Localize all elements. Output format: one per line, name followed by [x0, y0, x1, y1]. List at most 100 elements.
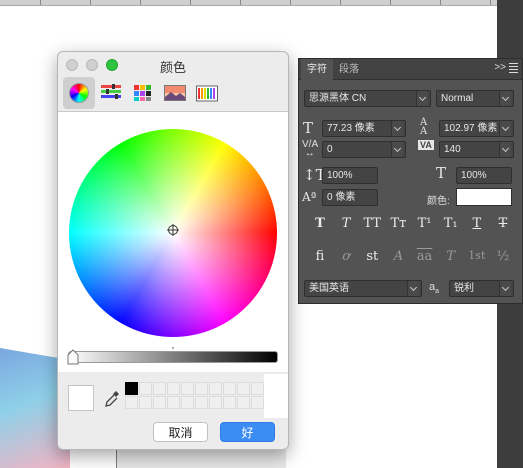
swatch-empty[interactable]	[153, 396, 166, 409]
color-picker-footer: 取消 好	[58, 374, 288, 449]
color-wheel-area	[58, 112, 288, 372]
swatch-scroll-area[interactable]	[264, 374, 288, 418]
font-size-value: 77.23 像素	[327, 123, 375, 134]
swatch-empty[interactable]	[167, 396, 180, 409]
strikethrough-button[interactable]: T	[492, 216, 514, 236]
tab-image-palettes[interactable]	[159, 77, 191, 109]
swash-button[interactable]: A	[387, 249, 409, 269]
language-select[interactable]: 美国英语	[304, 280, 422, 297]
tab-character[interactable]: 字符	[301, 59, 333, 80]
anti-alias-icon: aa	[429, 281, 440, 296]
eyedropper-icon[interactable]	[103, 389, 121, 409]
chevron-down-icon	[391, 142, 403, 157]
leading-icon: AA	[420, 117, 428, 137]
swatch-empty[interactable]	[251, 382, 264, 395]
swatch-empty[interactable]	[237, 396, 250, 409]
ruler	[0, 0, 523, 6]
tab-color-sliders[interactable]	[95, 77, 127, 109]
titling-alternates-button[interactable]: T	[440, 249, 462, 269]
slider-midpoint-tick	[172, 347, 174, 349]
contextual-alternates-button[interactable]: st	[361, 249, 383, 269]
font-style-value: Normal	[441, 93, 474, 104]
small-caps-button[interactable]: Tт	[387, 216, 409, 236]
swatch-empty[interactable]	[195, 382, 208, 395]
brightness-slider-thumb[interactable]	[67, 349, 79, 365]
stylistic-alternates-button[interactable]: aa	[414, 249, 436, 269]
discretionary-ligatures-button[interactable]: ơ	[335, 249, 357, 269]
swatch-empty[interactable]	[139, 396, 152, 409]
font-style-select[interactable]: Normal	[436, 90, 514, 107]
chevron-down-icon	[499, 142, 511, 157]
leading-field[interactable]: 102.97 像素	[439, 120, 514, 137]
chevron-down-icon	[499, 91, 511, 106]
subscript-button[interactable]: T₁	[440, 216, 462, 236]
kerning-field[interactable]: 0	[322, 141, 406, 158]
type-style-buttons: T T TT Tт T¹ T₁ T T	[309, 216, 514, 236]
swatch-empty[interactable]	[223, 382, 236, 395]
ordinals-button[interactable]: 1st	[466, 249, 488, 269]
tab-crayons[interactable]	[191, 77, 223, 109]
horizontal-scale-field[interactable]: 100%	[456, 167, 512, 184]
crayons-icon	[196, 85, 218, 102]
swatch-empty[interactable]	[139, 382, 152, 395]
chevron-down-icon	[416, 91, 428, 106]
swatch-empty[interactable]	[209, 382, 222, 395]
swatch-empty[interactable]	[181, 382, 194, 395]
swatch-empty[interactable]	[181, 396, 194, 409]
underline-button[interactable]: T	[466, 216, 488, 236]
color-sliders-icon	[101, 84, 121, 99]
expand-panels-icon[interactable]: >>	[494, 62, 506, 73]
leading-value: 102.97 像素	[444, 123, 498, 134]
faux-bold-button[interactable]: T	[309, 216, 331, 236]
chevron-down-icon	[499, 281, 511, 296]
baseline-shift-icon: Aª	[302, 190, 317, 204]
panel-tab-bar: 字符 段落 >>	[299, 59, 522, 80]
kerning-icon: V/A ↔	[302, 139, 319, 159]
anti-alias-value: 锐利	[454, 283, 474, 294]
cancel-button[interactable]: 取消	[153, 422, 208, 442]
horizontal-scale-icon: T	[436, 164, 447, 182]
chevron-down-icon	[499, 121, 511, 136]
tracking-field[interactable]: 140	[439, 141, 514, 158]
ligatures-button[interactable]: fi	[309, 249, 331, 269]
superscript-button[interactable]: T¹	[414, 216, 436, 236]
current-color-swatch[interactable]	[68, 385, 94, 411]
swatch-empty[interactable]	[237, 382, 250, 395]
tab-color-wheel[interactable]	[63, 77, 95, 109]
font-family-select[interactable]: 思源黑体 CN	[304, 90, 431, 107]
faux-italic-button[interactable]: T	[335, 216, 357, 236]
text-color-swatch[interactable]	[456, 188, 512, 206]
tab-paragraph[interactable]: 段落	[333, 59, 365, 80]
brightness-slider[interactable]	[68, 351, 278, 363]
swatch-empty[interactable]	[195, 396, 208, 409]
color-mode-tabs	[58, 76, 288, 112]
ok-button[interactable]: 好	[220, 422, 275, 442]
font-family-value: 思源黑体 CN	[309, 93, 367, 104]
vertical-scale-field[interactable]: 100%	[322, 167, 378, 184]
all-caps-button[interactable]: TT	[361, 216, 383, 236]
fractions-button[interactable]: ½	[492, 249, 514, 269]
baseline-shift-field[interactable]: 0 像素	[322, 189, 378, 206]
swatch-empty[interactable]	[167, 382, 180, 395]
window-title: 颜色	[159, 60, 186, 75]
swatch-empty[interactable]	[251, 396, 264, 409]
swatch-empty[interactable]	[209, 396, 222, 409]
language-value: 美国英语	[309, 283, 349, 294]
swatch-empty[interactable]	[223, 396, 236, 409]
swatch-empty[interactable]	[125, 396, 138, 409]
image-icon	[164, 85, 186, 101]
font-size-field[interactable]: 77.23 像素	[322, 120, 406, 137]
tracking-value: 140	[444, 144, 461, 155]
character-panel: 字符 段落 >> 思源黑体 CN Normal T 77.23 像素 AA 10…	[298, 58, 523, 304]
palette-grid-icon	[134, 85, 151, 101]
swatch-grid	[125, 382, 264, 409]
panel-menu-icon[interactable]	[509, 61, 518, 75]
tab-color-palettes[interactable]	[127, 77, 159, 109]
tracking-icon: VA	[418, 140, 434, 150]
color-label: 颜色:	[427, 196, 450, 207]
anti-alias-select[interactable]: 锐利	[449, 280, 514, 297]
swatch-empty[interactable]	[153, 382, 166, 395]
color-picker-window: 颜色 取消 好	[57, 51, 289, 450]
swatch-black[interactable]	[125, 382, 138, 395]
color-wheel-cursor[interactable]	[167, 224, 179, 236]
